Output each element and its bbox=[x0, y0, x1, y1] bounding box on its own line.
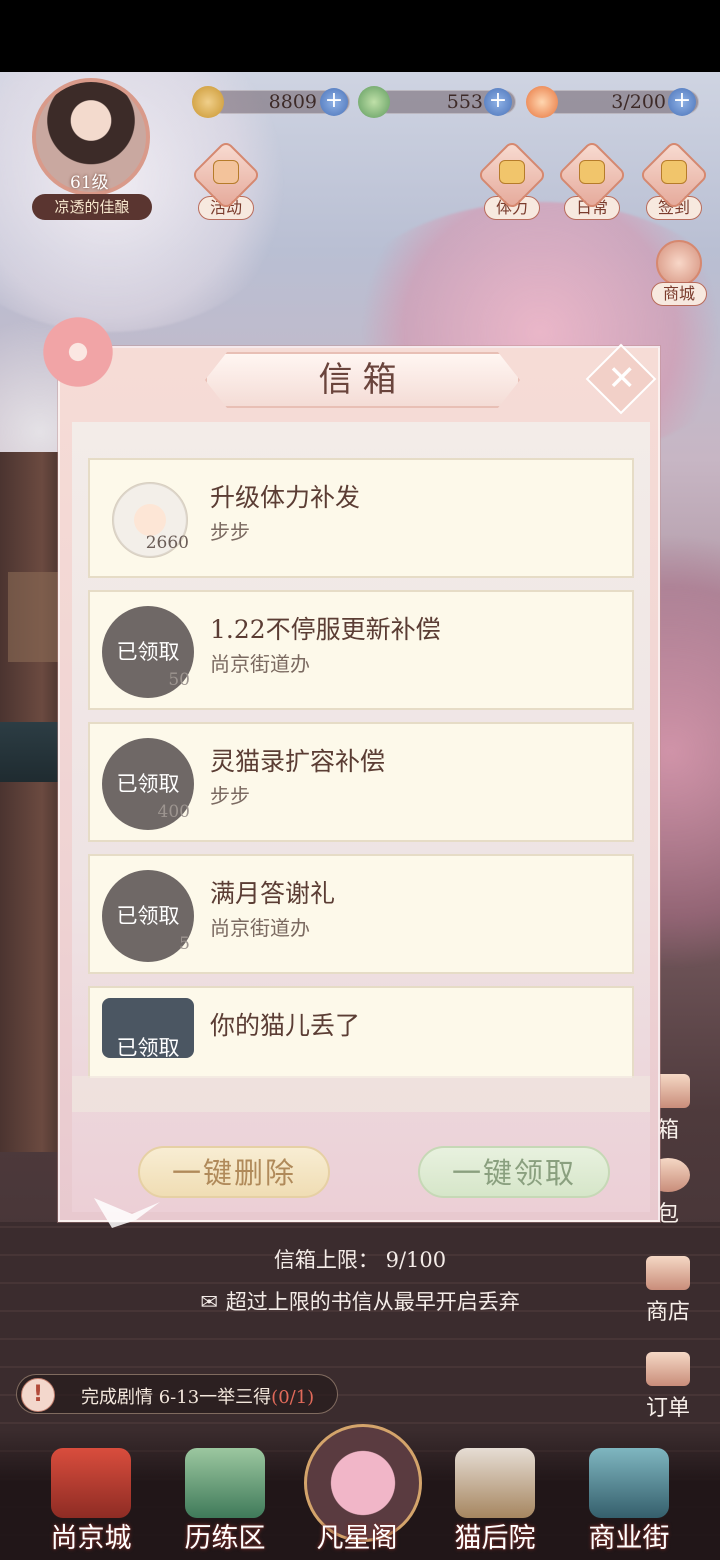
paw-coin-icon bbox=[192, 86, 224, 118]
nav-cat-backyard[interactable]: 猫后院 bbox=[440, 1448, 550, 1560]
daily-button[interactable]: 日常 bbox=[556, 139, 628, 220]
mail-subject: 1.22不停服更新补偿 bbox=[210, 615, 441, 644]
mail-subject: 满月答谢礼 bbox=[210, 879, 336, 908]
envelope-icon: ✉ bbox=[200, 1290, 218, 1314]
scroll-icon bbox=[579, 160, 605, 184]
mail-item[interactable]: 2660 升级体力补发 步步 bbox=[88, 458, 634, 578]
orders-icon bbox=[646, 1352, 690, 1386]
mail-item[interactable]: 已领取 你的猫儿丢了 bbox=[88, 986, 634, 1078]
nav-label: 历练区 bbox=[184, 1523, 266, 1554]
mail-list[interactable]: 2660 升级体力补发 步步 已领取 50 1.22不停服更新补偿 尚京街道办 … bbox=[88, 458, 636, 1078]
overflow-note: ✉ 超过上限的书信从最早开启丢弃 bbox=[0, 1286, 720, 1316]
mountain-icon bbox=[185, 1448, 265, 1518]
checkin-button[interactable]: 签到 bbox=[638, 139, 710, 220]
attachment-quantity: 5 bbox=[179, 934, 190, 954]
attachment-quantity: 400 bbox=[157, 802, 190, 822]
activity-emblem-icon bbox=[213, 160, 239, 184]
player-name: 凉透的佳酿 bbox=[32, 194, 152, 220]
mail-item[interactable]: 已领取 50 1.22不停服更新补偿 尚京街道办 bbox=[88, 590, 634, 710]
activity-button[interactable]: 活动 bbox=[190, 139, 262, 220]
overflow-note-text: 超过上限的书信从最早开启丢弃 bbox=[225, 1290, 520, 1314]
nav-fanxing-pavilion[interactable]: 凡星阁 bbox=[302, 1424, 422, 1560]
player-level: 61级 bbox=[70, 173, 109, 193]
list-bottom-band bbox=[72, 1076, 650, 1112]
claimed-label: 已领取 bbox=[116, 1036, 180, 1060]
nav-commerce-street[interactable]: 商业街 bbox=[574, 1448, 684, 1560]
claimed-attachment-icon: 已领取 5 bbox=[102, 870, 194, 962]
calendar-icon bbox=[661, 160, 687, 184]
add-jade-button[interactable]: + bbox=[484, 88, 512, 116]
nav-shangjing-city[interactable]: 尚京城 bbox=[36, 1448, 146, 1560]
claimed-label: 已领取 bbox=[116, 772, 180, 796]
mailbox-title: 信箱 bbox=[318, 360, 407, 400]
quest-text: 完成剧情 6-13一举三得(0/1) bbox=[81, 1383, 314, 1409]
nav-label: 凡星阁 bbox=[316, 1523, 398, 1554]
quest-description: 完成剧情 6-13一举三得 bbox=[81, 1387, 272, 1408]
attachment-quantity: 50 bbox=[168, 670, 190, 690]
side-orders-label: 订单 bbox=[645, 1396, 690, 1421]
mail-item[interactable]: 已领取 400 灵猫录扩容补偿 步步 bbox=[88, 722, 634, 842]
close-icon: ✕ bbox=[607, 358, 636, 399]
capacity-label: 信箱上限： bbox=[273, 1248, 379, 1272]
mail-subject: 灵猫录扩容补偿 bbox=[210, 747, 386, 776]
claimed-attachment-icon: 已领取 400 bbox=[102, 738, 194, 830]
stamina-button[interactable]: 体力 bbox=[476, 139, 548, 220]
claimed-label: 已领取 bbox=[116, 904, 180, 928]
mail-sender: 步步 bbox=[210, 784, 250, 808]
mail-item[interactable]: 已领取 5 满月答谢礼 尚京街道办 bbox=[88, 854, 634, 974]
nav-label: 猫后院 bbox=[454, 1523, 536, 1554]
claimed-attachment-icon: 已领取 50 bbox=[102, 606, 194, 698]
mall-label: 商城 bbox=[651, 282, 707, 306]
nav-label: 尚京城 bbox=[50, 1523, 132, 1554]
palace-icon bbox=[51, 1448, 131, 1518]
capacity-value: 9/100 bbox=[385, 1248, 447, 1272]
cat-basket-icon bbox=[455, 1448, 535, 1518]
side-orders-button[interactable]: 订单 bbox=[642, 1352, 694, 1422]
mall-button[interactable]: 商城 bbox=[642, 240, 716, 306]
mail-subject: 升级体力补发 bbox=[210, 483, 361, 512]
blossom-ornament-icon bbox=[30, 312, 126, 392]
mail-sender: 尚京街道办 bbox=[210, 916, 310, 940]
steamer-icon bbox=[499, 160, 525, 184]
mail-subject: 你的猫儿丢了 bbox=[210, 1011, 361, 1040]
close-button[interactable]: ✕ bbox=[585, 343, 657, 415]
quest-tracker[interactable]: ! 完成剧情 6-13一举三得(0/1) bbox=[16, 1374, 338, 1414]
mail-area: 2660 升级体力补发 步步 已领取 50 1.22不停服更新补偿 尚京街道办 … bbox=[72, 422, 650, 1228]
jade-icon bbox=[358, 86, 390, 118]
mall-icon bbox=[656, 240, 702, 286]
quest-progress: (0/1) bbox=[271, 1387, 315, 1408]
mail-sender: 步步 bbox=[210, 520, 250, 544]
nav-training-area[interactable]: 历练区 bbox=[170, 1448, 280, 1560]
stamina-bun-icon bbox=[526, 86, 558, 118]
mailbox-dialog: 信箱 ✕ 2660 升级体力补发 步步 已领取 50 1.22不停服更新补偿 尚… bbox=[30, 312, 660, 1228]
mailbox-title-plate: 信箱 bbox=[205, 352, 520, 408]
building-roof bbox=[0, 722, 60, 782]
gate-icon bbox=[589, 1448, 669, 1518]
attachment-quantity: 2660 bbox=[145, 533, 189, 553]
claim-all-button[interactable]: 一键领取 bbox=[418, 1146, 610, 1198]
cat-portrait-icon: 已领取 bbox=[102, 998, 194, 1060]
delete-all-button[interactable]: 一键删除 bbox=[138, 1146, 330, 1198]
mail-sender: 尚京街道办 bbox=[210, 652, 310, 676]
crane-ornament-icon bbox=[94, 1198, 160, 1228]
nav-label: 商业街 bbox=[588, 1523, 670, 1554]
add-paw-coin-button[interactable]: + bbox=[320, 88, 348, 116]
mailbox-capacity: 信箱上限： 9/100 bbox=[0, 1244, 720, 1274]
add-stamina-button[interactable]: + bbox=[668, 88, 696, 116]
exclamation-icon: ! bbox=[21, 1378, 55, 1412]
stamina-bun-icon: 2660 bbox=[112, 482, 189, 558]
claimed-label: 已领取 bbox=[116, 640, 180, 664]
